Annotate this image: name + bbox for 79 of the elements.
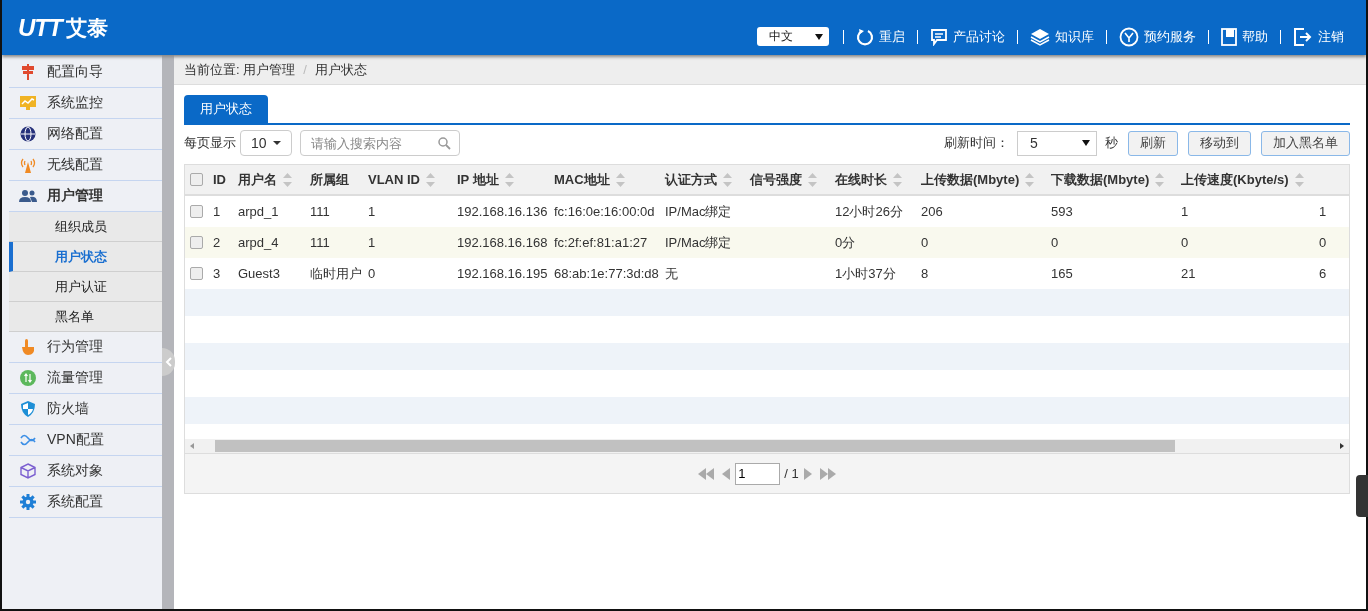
column-header[interactable]: IP 地址: [451, 170, 548, 189]
table-cell: 0: [921, 235, 929, 250]
table-cell: 111: [310, 235, 330, 250]
sidebar-subitem[interactable]: 用户认证: [9, 272, 162, 302]
column-header[interactable]: 上传数据(Mbyte): [915, 170, 1045, 189]
sidebar-subitem[interactable]: 组织成员: [9, 212, 162, 242]
column-header[interactable]: 下载数据(Mbyte): [1045, 170, 1175, 189]
column-header[interactable]: VLAN ID: [362, 172, 451, 187]
header-link[interactable]: 帮助: [1208, 29, 1280, 44]
toolbar-button[interactable]: 刷新: [1128, 130, 1178, 156]
refresh-interval-label: 刷新时间：: [944, 134, 1009, 152]
page-total: / 1: [784, 466, 799, 481]
table-cell: 0: [368, 266, 376, 281]
column-header[interactable]: MAC地址: [548, 170, 659, 189]
header-link[interactable]: 知识库: [1017, 29, 1106, 44]
table-cell: 1小时37分: [835, 264, 896, 283]
breadcrumb-label: 当前位置: 用户管理: [184, 60, 296, 79]
table-cell: 0: [1051, 235, 1059, 250]
page-number-field[interactable]: 1: [735, 462, 781, 485]
sidebar-item[interactable]: 网络配置: [9, 119, 162, 150]
table-cell: 111: [310, 204, 330, 219]
toolbar-button[interactable]: 加入黑名单: [1261, 130, 1350, 156]
tab[interactable]: 用户状态: [184, 95, 268, 123]
column-header[interactable]: 所属组: [304, 170, 362, 189]
page-size-select[interactable]: 10: [240, 130, 292, 156]
table-cell: 1: [1181, 204, 1189, 219]
table-cell: 0分: [835, 233, 856, 252]
header-link[interactable]: 注销: [1280, 29, 1356, 44]
table-cell: fc:16:0e:16:00:0d: [554, 204, 655, 219]
table-cell: 临时用户: [310, 264, 362, 283]
table-cell: 无: [665, 264, 678, 283]
search-field[interactable]: 请输入搜索内容: [299, 130, 460, 156]
table-cell: 206: [921, 204, 943, 219]
toolbar-button[interactable]: 移动到: [1188, 130, 1251, 156]
column-header[interactable]: 认证方式: [659, 170, 744, 189]
table-cell: 192.168.16.168: [457, 235, 548, 250]
sidebar-item[interactable]: 系统监控: [9, 88, 162, 119]
table-cell: 192.168.16.136: [457, 204, 548, 219]
table-cell: 1: [1319, 204, 1327, 219]
sidebar-item[interactable]: 流量管理: [9, 363, 162, 394]
table-cell: 21: [1181, 266, 1196, 281]
column-header[interactable]: 用户名: [232, 170, 304, 189]
sidebar-subitem[interactable]: 黑名单: [9, 302, 162, 332]
table-cell: 0: [1181, 235, 1189, 250]
table-cell: 1: [213, 204, 221, 219]
table-cell: IP/Mac绑定: [665, 233, 732, 252]
header-link[interactable]: 产品讨论: [917, 29, 1017, 44]
table-cell: 165: [1051, 266, 1073, 281]
column-header[interactable]: 上传速度(Kbyte/s): [1175, 170, 1313, 189]
table-cell: 12小时26分: [835, 202, 903, 221]
sidebar-subitem[interactable]: 用户状态: [9, 242, 162, 272]
table-cell: 1: [368, 204, 376, 219]
table-cell: arpd_1: [238, 204, 279, 219]
seconds-unit: 秒: [1105, 134, 1118, 152]
table-cell: 2: [213, 235, 221, 250]
column-header[interactable]: 在线时长: [829, 170, 915, 189]
table-cell: 593: [1051, 204, 1073, 219]
table-cell: IP/Mac绑定: [665, 202, 732, 221]
header-link[interactable]: 预约服务: [1106, 29, 1208, 44]
breadcrumb-separator: /: [303, 62, 307, 77]
column-header[interactable]: 信号强度: [744, 170, 829, 189]
sidebar-item[interactable]: 系统配置: [9, 487, 162, 518]
table-cell: arpd_4: [238, 235, 279, 250]
table-cell: 3: [213, 266, 221, 281]
refresh-interval-select[interactable]: 5: [1017, 130, 1097, 156]
table-cell: 192.168.16.195: [457, 266, 548, 281]
page-size-label: 每页显示: [184, 134, 236, 152]
table-cell: 68:ab:1e:77:3d:d8: [554, 266, 659, 281]
table-cell: 0: [1319, 235, 1327, 250]
table-cell: 8: [921, 266, 929, 281]
sidebar-item[interactable]: 防火墙: [9, 394, 162, 425]
table-cell: fc:2f:ef:81:a1:27: [554, 235, 648, 250]
column-header[interactable]: ID: [207, 172, 232, 187]
header-link[interactable]: 重启: [843, 29, 917, 44]
table-cell: 6: [1319, 266, 1327, 281]
table-cell: 1: [368, 235, 376, 250]
language-select[interactable]: 中文: [757, 27, 829, 46]
breadcrumb-item: 用户状态: [314, 60, 367, 79]
table-cell: Guest3: [238, 266, 280, 281]
